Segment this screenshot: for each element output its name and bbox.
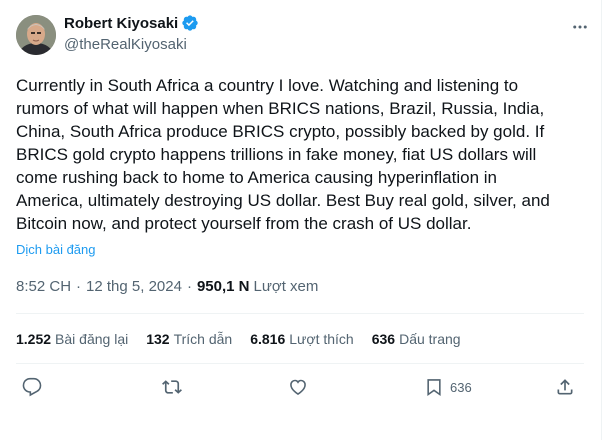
tweet-header: Robert Kiyosaki @theRealKiyosaki — [16, 13, 590, 61]
bookmark-button[interactable]: 636 — [424, 377, 472, 397]
meta-separator: · — [76, 278, 82, 295]
repost-button[interactable] — [162, 377, 182, 397]
divider — [16, 313, 584, 314]
tweet-meta: 8:52 CH · 12 thg 5, 2024 · 950,1 N Lượt … — [16, 278, 318, 295]
more-options-icon[interactable] — [570, 17, 590, 37]
likes-stat[interactable]: 6.816 Lượt thích — [250, 331, 354, 347]
reply-button[interactable] — [22, 377, 42, 397]
post-date[interactable]: 12 thg 5, 2024 — [86, 278, 182, 295]
like-button[interactable] — [288, 377, 308, 397]
panel-border — [601, 0, 602, 440]
reposts-stat[interactable]: 1.252 Bài đăng lại — [16, 331, 128, 347]
quotes-label: Trích dẫn — [173, 331, 233, 347]
post-time[interactable]: 8:52 CH — [16, 278, 71, 295]
share-button[interactable] — [555, 377, 575, 397]
engagement-stats: 1.252 Bài đăng lại 132 Trích dẫn 6.816 Lượt… — [16, 331, 479, 347]
heart-icon — [290, 379, 306, 396]
bookmarks-count: 636 — [371, 331, 396, 347]
reposts-count: 1.252 — [16, 331, 52, 347]
likes-count: 6.816 — [250, 331, 286, 347]
views-count: 950,1 N — [196, 278, 250, 295]
author-name[interactable]: Robert Kiyosaki — [64, 15, 178, 32]
reply-icon — [22, 377, 42, 397]
author-avatar[interactable] — [16, 15, 56, 55]
author-handle[interactable]: @theRealKiyosaki — [64, 36, 187, 53]
views-label: Lượt xem — [253, 278, 319, 295]
divider — [16, 363, 584, 364]
bookmark-icon — [427, 379, 441, 397]
repost-icon — [162, 380, 182, 394]
tweet-text: Currently in South Africa a country I lo… — [16, 76, 550, 233]
share-icon — [557, 379, 573, 395]
likes-label: Lượt thích — [289, 331, 354, 347]
translate-post-link[interactable]: Dịch bài đăng — [16, 242, 96, 257]
reposts-label: Bài đăng lại — [55, 331, 129, 347]
quotes-count: 132 — [146, 331, 170, 347]
bookmarks-stat[interactable]: 636 Dấu trang — [372, 331, 461, 347]
action-bar: 636 — [16, 373, 584, 403]
quotes-stat[interactable]: 132 Trích dẫn — [146, 331, 232, 347]
verified-badge-icon — [181, 14, 199, 32]
bookmark-count: 636 — [450, 379, 472, 395]
bookmarks-label: Dấu trang — [399, 331, 461, 347]
meta-separator: · — [186, 278, 192, 295]
